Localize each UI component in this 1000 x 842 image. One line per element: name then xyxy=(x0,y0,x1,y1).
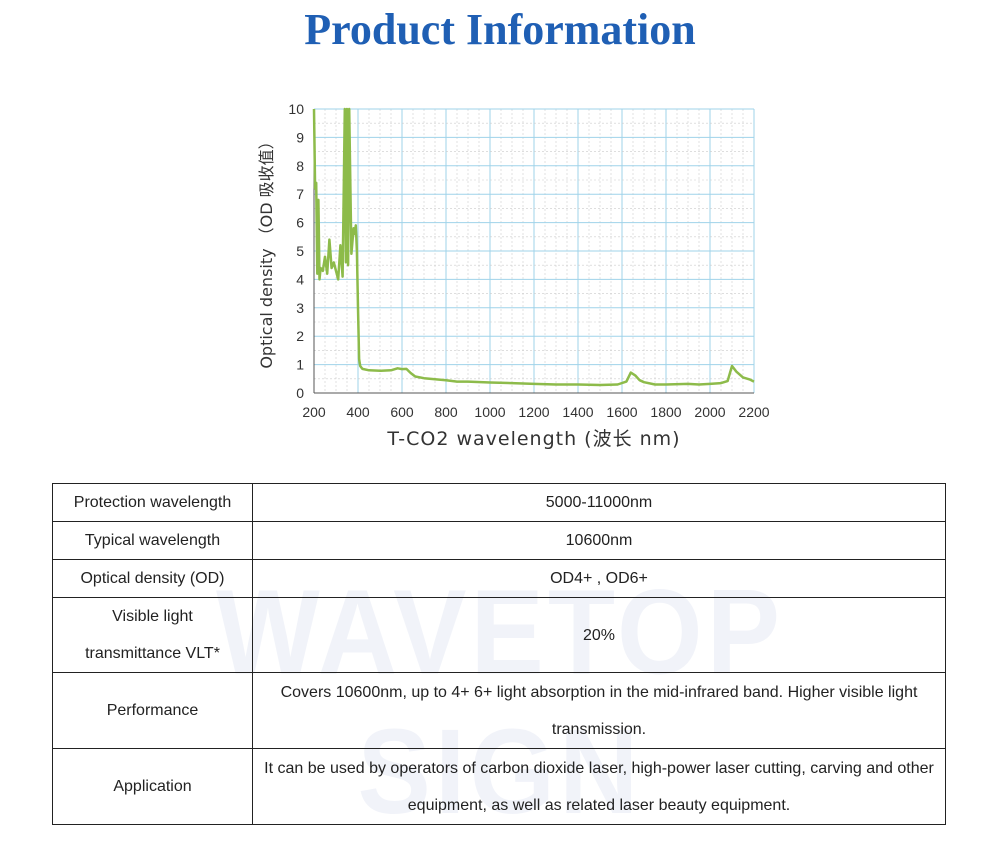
row-value: It can be used by operators of carbon di… xyxy=(252,748,946,825)
table-row: Protection wavelength 5000-11000nm xyxy=(52,483,946,522)
y-tick-label: 9 xyxy=(296,129,304,145)
y-tick-label: 3 xyxy=(296,300,304,316)
row-label: Visible light transmittance VLT* xyxy=(52,597,253,673)
row-value: 20% xyxy=(252,597,946,673)
x-tick-label: 200 xyxy=(302,404,326,420)
y-axis-label: Optical density （OD 吸收值） xyxy=(257,133,276,368)
table-row: Visible light transmittance VLT* 20% xyxy=(52,597,946,673)
od-chart: 200 400 600 800 1000 1200 1400 1600 1800 2000 2200… xyxy=(257,101,770,450)
x-tick-label: 1000 xyxy=(474,404,505,420)
y-tick-label: 1 xyxy=(296,357,304,373)
spec-table: Protection wavelength 5000-11000nm Typica… xyxy=(52,483,946,825)
row-label: Optical density (OD) xyxy=(52,559,253,598)
x-tick-label: 1400 xyxy=(562,404,593,420)
row-label: Typical wavelength xyxy=(52,521,253,560)
y-tick-label: 4 xyxy=(296,271,304,287)
table-row: Typical wavelength 10600nm xyxy=(52,521,946,560)
y-tick-label: 2 xyxy=(296,328,304,344)
row-label: Performance xyxy=(52,672,253,749)
x-tick-label: 400 xyxy=(346,404,370,420)
row-value: 5000-11000nm xyxy=(252,483,946,522)
x-tick-label: 800 xyxy=(434,404,458,420)
y-tick-label: 5 xyxy=(296,243,304,259)
y-tick-label: 0 xyxy=(296,385,304,401)
table-row: Application It can be used by operators o… xyxy=(52,748,946,825)
row-label: Protection wavelength xyxy=(52,483,253,522)
x-tick-label: 1200 xyxy=(518,404,549,420)
x-tick-label: 2200 xyxy=(738,404,769,420)
x-tick-label: 600 xyxy=(390,404,414,420)
row-value: OD4+ , OD6+ xyxy=(252,559,946,598)
row-value: Covers 10600nm, up to 4+ 6+ light absorp… xyxy=(252,672,946,749)
x-tick-label: 2000 xyxy=(694,404,725,420)
x-axis-label: T-CO2 wavelength (波长 nm) xyxy=(386,428,680,450)
page-title: Product Information xyxy=(304,5,696,54)
y-tick-label: 8 xyxy=(296,158,304,174)
y-tick-label: 7 xyxy=(296,186,304,202)
x-tick-label: 1600 xyxy=(606,404,637,420)
row-label: Application xyxy=(52,748,253,825)
x-tick-label: 1800 xyxy=(650,404,681,420)
table-row: Optical density (OD) OD4+ , OD6+ xyxy=(52,559,946,598)
y-tick-label: 10 xyxy=(288,101,304,117)
table-row: Performance Covers 10600nm, up to 4+ 6+ l… xyxy=(52,672,946,749)
row-value: 10600nm xyxy=(252,521,946,560)
y-tick-label: 6 xyxy=(296,215,304,231)
